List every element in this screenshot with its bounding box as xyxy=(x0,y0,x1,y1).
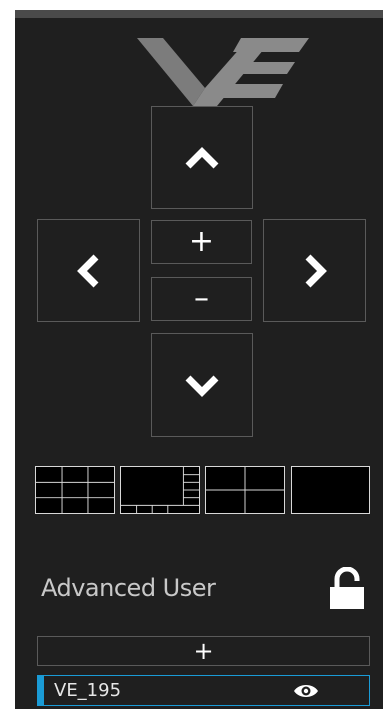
grid-3x3-layout-button[interactable] xyxy=(35,466,115,514)
pan-down-button[interactable] xyxy=(151,333,253,437)
quad-layout-icon xyxy=(206,467,284,513)
add-camera-label: + xyxy=(193,637,214,665)
control-panel: + – Advanced User + VE_195 xyxy=(15,10,383,709)
camera-list-item[interactable]: VE_195 xyxy=(37,675,370,706)
camera-name: VE_195 xyxy=(54,680,122,701)
selected-indicator xyxy=(38,676,44,705)
zoom-out-button[interactable]: – xyxy=(151,277,252,321)
single-layout-button[interactable] xyxy=(291,466,370,514)
pan-up-button[interactable] xyxy=(151,106,253,209)
featured-layout-button[interactable] xyxy=(120,466,200,514)
user-role-label: Advanced User xyxy=(41,574,216,602)
pan-left-button[interactable] xyxy=(37,219,140,322)
zoom-out-label: – xyxy=(194,281,209,316)
eye-icon[interactable] xyxy=(293,683,319,699)
single-layout-icon xyxy=(292,467,369,513)
add-camera-button[interactable]: + xyxy=(37,636,370,666)
featured-layout-icon xyxy=(121,467,199,513)
quad-layout-button[interactable] xyxy=(205,466,285,514)
chevron-right-icon xyxy=(305,254,327,287)
chevron-down-icon xyxy=(185,375,219,397)
chevron-left-icon xyxy=(76,254,98,287)
zoom-in-button[interactable]: + xyxy=(151,220,252,264)
pan-right-button[interactable] xyxy=(263,219,366,322)
top-strip xyxy=(15,10,383,18)
grid-layout-icon xyxy=(36,467,114,513)
chevron-up-icon xyxy=(185,146,219,168)
unlocked-icon[interactable] xyxy=(328,567,366,610)
ve-logo xyxy=(137,38,309,106)
zoom-in-label: + xyxy=(188,224,215,259)
